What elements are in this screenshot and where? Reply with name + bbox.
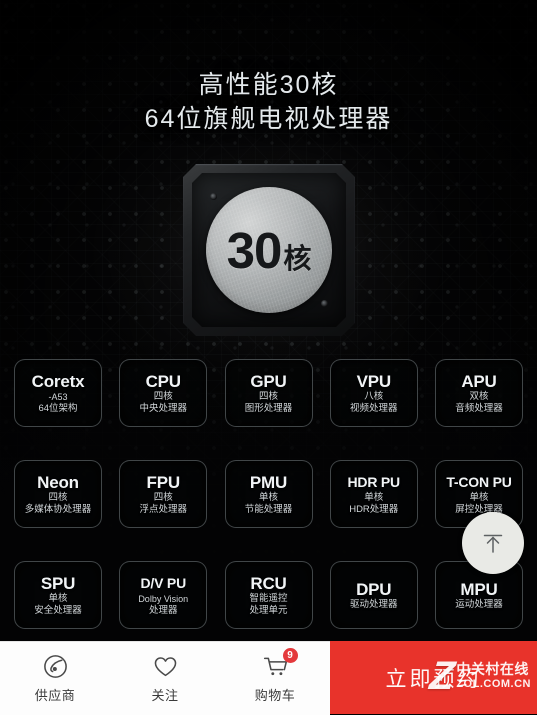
module-card-gpu: GPU 四核 图形处理器 bbox=[224, 359, 313, 427]
module-title: D/V PU bbox=[140, 574, 187, 591]
supplier-icon bbox=[42, 653, 69, 680]
module-card-spu: SPU 单核 安全处理器 bbox=[14, 561, 102, 629]
module-title: GPU bbox=[250, 371, 287, 391]
cart-icon: 9 bbox=[262, 648, 298, 680]
chip-pin-dot-bottom-right bbox=[321, 300, 328, 307]
reserve-now-label: 立即预约 bbox=[385, 667, 482, 691]
module-card-dpu: DPU 驱动处理器 bbox=[329, 561, 418, 629]
module-title: PMU bbox=[249, 472, 288, 492]
module-row: Coretx -A53 64位架构 CPU 四核 中央处理器 GPU 四核 图形… bbox=[14, 359, 523, 427]
cart-badge: 9 bbox=[282, 648, 298, 663]
module-title: HDR PU bbox=[347, 473, 401, 490]
chip-core-unit: 核 bbox=[283, 242, 312, 274]
module-subtitle-2: 图形处理器 bbox=[244, 402, 293, 414]
module-title: SPU bbox=[40, 573, 76, 593]
module-subtitle-2: 64位架构 bbox=[38, 402, 78, 414]
module-subtitle-2: 运动处理器 bbox=[455, 598, 503, 610]
module-subtitle-1: 单核 bbox=[258, 491, 278, 503]
chip-core-count: 30 bbox=[226, 221, 283, 279]
headline-line-1: 高性能30核 bbox=[198, 71, 339, 99]
module-title: FPU bbox=[146, 472, 181, 492]
headline-line-2: 64位旗舰电视处理器 bbox=[144, 105, 393, 133]
module-subtitle-1: 单核 bbox=[469, 491, 489, 503]
module-card-vpu: VPU 八核 视频处理器 bbox=[329, 359, 418, 427]
module-subtitle-1: 四核 bbox=[258, 390, 278, 402]
module-card-cpu: CPU 四核 中央处理器 bbox=[119, 359, 208, 427]
module-subtitle-2: 节能处理器 bbox=[244, 503, 293, 515]
processor-chip-graphic: 30 核 bbox=[183, 164, 355, 336]
module-subtitle-2: 安全处理器 bbox=[34, 604, 82, 616]
module-card-apu: APU 双核 音频处理器 bbox=[435, 359, 523, 427]
module-card-neon: Neon 四核 多媒体协处理器 bbox=[14, 460, 102, 528]
module-subtitle-2: 处理器 bbox=[148, 604, 178, 616]
module-card-coretx: Coretx -A53 64位架构 bbox=[14, 359, 102, 427]
module-subtitle-1: 四核 bbox=[48, 491, 68, 503]
module-subtitle-2: 中央处理器 bbox=[139, 402, 187, 414]
module-title: CPU bbox=[145, 371, 181, 391]
module-subtitle-2: 音频处理器 bbox=[455, 402, 503, 414]
nav-label: 关注 bbox=[151, 688, 179, 703]
module-subtitle-1: 四核 bbox=[153, 491, 173, 503]
reserve-now-button[interactable]: 立即预约 bbox=[330, 641, 537, 714]
module-subtitle-2: 驱动处理器 bbox=[349, 598, 398, 610]
module-card-dv-pu: D/V PU Dolby Vision 处理器 bbox=[119, 561, 208, 629]
module-title: VPU bbox=[356, 371, 392, 391]
chip-core-label: 30 核 bbox=[227, 225, 312, 276]
module-card-hdr-pu: HDR PU 单核 HDR处理器 bbox=[329, 460, 418, 528]
bottom-navigation: 供应商 关注 9 购物车 bbox=[0, 641, 330, 715]
module-subtitle-2: HDR处理器 bbox=[349, 503, 399, 515]
module-card-pmu: PMU 单核 节能处理器 bbox=[224, 460, 313, 528]
module-subtitle-2: 处理单元 bbox=[249, 604, 288, 616]
module-subtitle-1: Dolby Vision bbox=[138, 593, 189, 604]
module-subtitle-1: 单核 bbox=[364, 491, 384, 503]
chip-metal-disc: 30 核 bbox=[206, 187, 332, 313]
module-row: SPU 单核 安全处理器 D/V PU Dolby Vision 处理器 RCU… bbox=[14, 561, 523, 629]
module-title: Neon bbox=[37, 472, 79, 492]
module-card-rcu: RCU 智能遥控 处理单元 bbox=[224, 561, 313, 629]
module-subtitle-1: 单核 bbox=[48, 592, 68, 604]
module-title: Coretx bbox=[31, 371, 85, 391]
module-subtitle-1: 智能遥控 bbox=[249, 592, 288, 604]
product-poster: 高性能30核 64位旗舰电视处理器 30 核 Coretx -A53 64位架构… bbox=[0, 0, 537, 641]
poster-headline: 高性能30核 64位旗舰电视处理器 bbox=[0, 68, 537, 136]
module-row: Neon 四核 多媒体协处理器 FPU 四核 浮点处理器 PMU 单核 节能处理… bbox=[14, 460, 523, 528]
module-subtitle-1: 四核 bbox=[153, 390, 173, 402]
module-subtitle-1: 八核 bbox=[364, 390, 384, 402]
module-subtitle-1: 双核 bbox=[469, 390, 489, 402]
module-subtitle-1: -A53 bbox=[48, 391, 68, 402]
nav-label: 购物车 bbox=[254, 688, 296, 703]
arrow-up-to-line-icon bbox=[478, 528, 508, 558]
module-title: T-CON PU bbox=[446, 473, 512, 490]
nav-item-favorites[interactable]: 关注 bbox=[110, 642, 220, 715]
heart-icon bbox=[152, 653, 179, 680]
module-title: MPU bbox=[460, 579, 498, 599]
processor-module-grid: Coretx -A53 64位架构 CPU 四核 中央处理器 GPU 四核 图形… bbox=[14, 359, 523, 629]
nav-item-cart[interactable]: 9 购物车 bbox=[220, 642, 330, 715]
module-subtitle-2: 多媒体协处理器 bbox=[24, 503, 92, 515]
bottom-action-bar: 供应商 关注 9 购物车 立即预约 bbox=[0, 641, 537, 715]
module-subtitle-2: 视频处理器 bbox=[349, 402, 398, 414]
chip-pin-dot-top-left bbox=[210, 193, 217, 200]
module-card-mpu: MPU 运动处理器 bbox=[435, 561, 523, 629]
nav-item-supplier[interactable]: 供应商 bbox=[0, 642, 110, 715]
module-title: APU bbox=[461, 371, 497, 391]
module-card-fpu: FPU 四核 浮点处理器 bbox=[119, 460, 208, 528]
scroll-to-top-button[interactable] bbox=[462, 512, 524, 574]
module-title: RCU bbox=[250, 573, 287, 593]
module-subtitle-2: 浮点处理器 bbox=[139, 503, 187, 515]
module-title: DPU bbox=[356, 579, 392, 599]
nav-label: 供应商 bbox=[34, 688, 76, 703]
